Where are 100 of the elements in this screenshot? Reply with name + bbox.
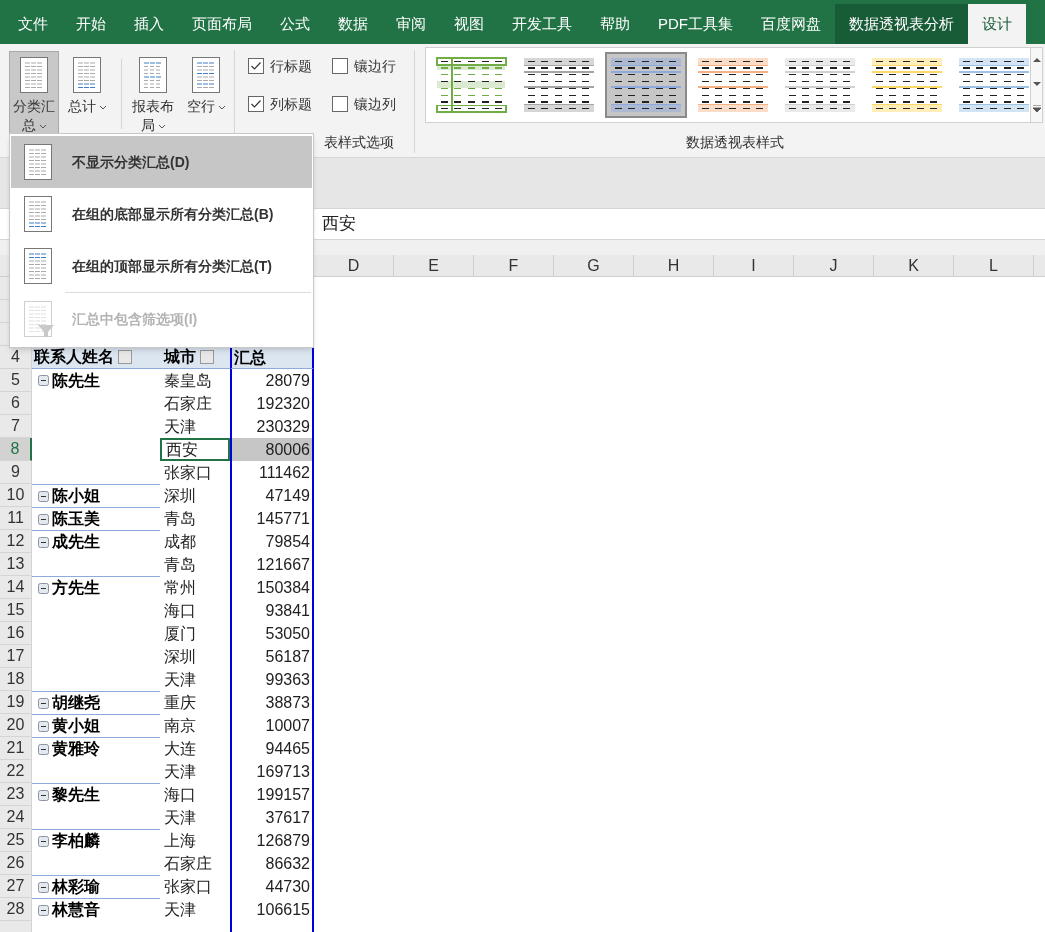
row-header[interactable]: 20: [0, 714, 32, 737]
row-header[interactable]: 27: [0, 875, 32, 898]
table-cell[interactable]: 西安: [160, 438, 230, 461]
table-cell[interactable]: 121667: [230, 553, 314, 576]
collapse-icon[interactable]: [38, 720, 49, 732]
table-cell[interactable]: 深圳: [160, 645, 230, 668]
table-cell[interactable]: 150384: [230, 576, 314, 599]
ribbon-tab[interactable]: 页面布局: [178, 4, 266, 44]
table-cell[interactable]: 99363: [230, 668, 314, 691]
column-header[interactable]: I: [714, 255, 794, 276]
table-cell[interactable]: 93841: [230, 599, 314, 622]
layout-button[interactable]: 报表布局: [128, 51, 178, 137]
scroll-down-icon[interactable]: [1032, 81, 1041, 87]
table-cell[interactable]: 秦皇岛: [160, 369, 230, 392]
collapse-icon[interactable]: [38, 582, 49, 594]
collapse-icon[interactable]: [38, 375, 49, 386]
ribbon-tab[interactable]: PDF工具集: [644, 4, 747, 44]
row-header[interactable]: 10: [0, 484, 32, 507]
table-cell[interactable]: 86632: [230, 852, 314, 875]
collapse-icon[interactable]: [38, 881, 49, 893]
table-cell[interactable]: 126879: [230, 829, 314, 852]
table-cell[interactable]: 56187: [230, 645, 314, 668]
table-cell[interactable]: 169713: [230, 760, 314, 783]
checkbox[interactable]: [248, 96, 265, 112]
table-cell[interactable]: 106615: [230, 898, 314, 921]
row-header[interactable]: 22: [0, 760, 32, 783]
table-cell[interactable]: 10007: [230, 714, 314, 737]
collapse-icon[interactable]: [38, 490, 49, 502]
row-header[interactable]: 18: [0, 668, 32, 691]
table-cell[interactable]: 37617: [230, 806, 314, 829]
row-header[interactable]: 11: [0, 507, 32, 530]
checkbox[interactable]: [248, 58, 265, 74]
collapse-icon[interactable]: [38, 513, 49, 525]
table-cell[interactable]: 天津: [160, 760, 230, 783]
table-cell[interactable]: 天津: [160, 668, 230, 691]
table-cell[interactable]: 青岛: [160, 553, 230, 576]
column-header[interactable]: H: [634, 255, 714, 276]
table-style-thumbnail[interactable]: [605, 52, 687, 118]
table-cell[interactable]: 44730: [230, 875, 314, 898]
table-cell[interactable]: 成都: [160, 530, 230, 553]
checkbox-label[interactable]: 镶边列: [353, 93, 396, 115]
ribbon-tab[interactable]: 视图: [440, 4, 498, 44]
row-header[interactable]: 21: [0, 737, 32, 760]
checkbox-label[interactable]: 列标题: [270, 93, 313, 115]
table-cell[interactable]: 28079: [230, 369, 314, 392]
row-header[interactable]: 9: [0, 461, 32, 484]
table-cell[interactable]: 上海: [160, 829, 230, 852]
table-cell[interactable]: 厦门: [160, 622, 230, 645]
table-cell[interactable]: 111462: [230, 461, 314, 484]
column-header[interactable]: F: [474, 255, 554, 276]
more-styles-icon[interactable]: [1032, 105, 1041, 113]
row-header[interactable]: 15: [0, 599, 32, 622]
filter-button[interactable]: [200, 350, 214, 364]
row-header[interactable]: 26: [0, 852, 32, 875]
row-header[interactable]: 17: [0, 645, 32, 668]
column-header[interactable]: L: [954, 255, 1034, 276]
table-cell[interactable]: 大连: [160, 737, 230, 760]
layout-button[interactable]: 空行: [181, 51, 231, 137]
ribbon-tab[interactable]: 公式: [266, 4, 324, 44]
table-cell[interactable]: 天津: [160, 415, 230, 438]
row-header[interactable]: 12: [0, 530, 32, 553]
ribbon-tab[interactable]: 文件: [4, 4, 62, 44]
collapse-icon[interactable]: [38, 743, 49, 755]
table-cell[interactable]: 79854: [230, 530, 314, 553]
checkbox[interactable]: [331, 58, 348, 74]
menu-item[interactable]: 不显示分类汇总(D): [11, 136, 312, 188]
table-cell[interactable]: 199157: [230, 783, 314, 806]
table-cell[interactable]: 海口: [160, 599, 230, 622]
table-cell[interactable]: 天津: [160, 806, 230, 829]
collapse-icon[interactable]: [38, 904, 49, 916]
table-cell[interactable]: 145771: [230, 507, 314, 530]
ribbon-tab[interactable]: 开始: [62, 4, 120, 44]
collapse-icon[interactable]: [38, 697, 49, 709]
column-header[interactable]: K: [874, 255, 954, 276]
collapse-icon[interactable]: [38, 536, 49, 548]
scroll-up-icon[interactable]: [1032, 57, 1041, 63]
table-cell[interactable]: 张家口: [160, 875, 230, 898]
column-header[interactable]: E: [394, 255, 474, 276]
row-header[interactable]: 4: [0, 346, 32, 369]
table-cell[interactable]: 常州: [160, 576, 230, 599]
row-header[interactable]: 23: [0, 783, 32, 806]
row-header[interactable]: 14: [0, 576, 32, 599]
row-header[interactable]: 6: [0, 392, 32, 415]
gallery-scrollbar[interactable]: [1031, 47, 1043, 123]
column-header[interactable]: J: [794, 255, 874, 276]
table-cell[interactable]: 53050: [230, 622, 314, 645]
table-cell[interactable]: 38873: [230, 691, 314, 714]
table-cell[interactable]: 张家口: [160, 461, 230, 484]
table-cell[interactable]: 94465: [230, 737, 314, 760]
row-header[interactable]: 28: [0, 898, 32, 921]
table-cell[interactable]: 石家庄: [160, 852, 230, 875]
ribbon-tab[interactable]: 百度网盘: [747, 4, 835, 44]
checkbox-label[interactable]: 行标题: [270, 55, 313, 77]
row-header[interactable]: 24: [0, 806, 32, 829]
table-cell[interactable]: 80006: [230, 438, 314, 461]
collapse-icon[interactable]: [38, 835, 49, 847]
table-cell[interactable]: 192320: [230, 392, 314, 415]
ribbon-tab[interactable]: 开发工具: [498, 4, 586, 44]
table-cell[interactable]: 青岛: [160, 507, 230, 530]
row-header[interactable]: 25: [0, 829, 32, 852]
